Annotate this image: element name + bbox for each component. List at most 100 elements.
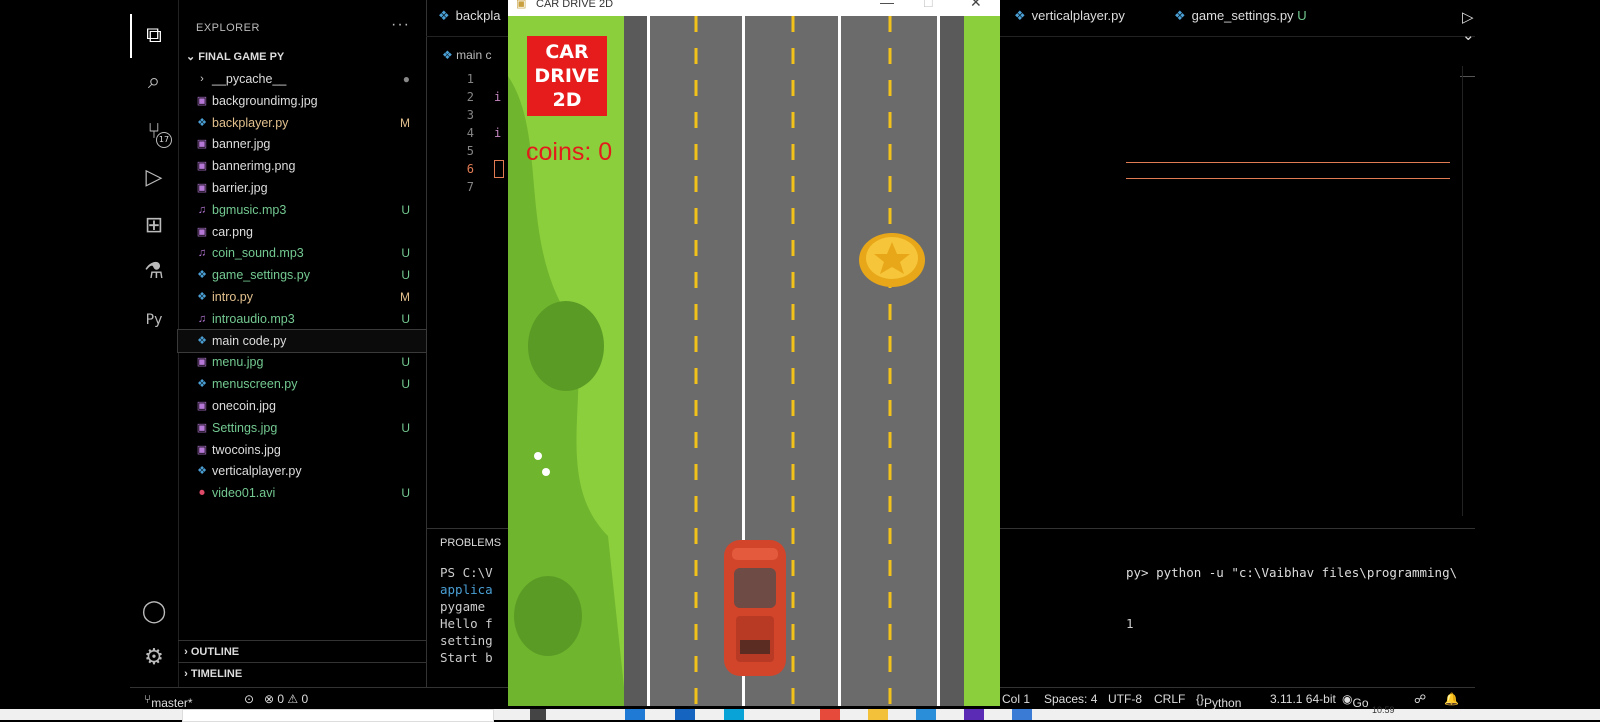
game-window[interactable]: ▣ CAR DRIVE 2D — □ ✕ CAR DRIVE 2D coins:… (508, 0, 1000, 706)
scrollbar[interactable] (1462, 66, 1463, 516)
more-actions-icon[interactable]: ··· (391, 16, 410, 34)
file-item[interactable]: ♫ bgmusic.mp3 U (178, 199, 426, 221)
file-item[interactable]: ❖ verticalplayer.py (178, 460, 426, 482)
activity-bar: ⧉ ⌕ ⑂ 17 ▷ ⊞ ⚗ Py ◯ ⚙ (130, 0, 179, 687)
branch-indicator[interactable]: ⑂ master* (144, 692, 193, 710)
file-item[interactable]: ❖ menuscreen.py U (178, 373, 426, 395)
road-shoulder (624, 16, 648, 706)
language-mode[interactable]: {} Python (1196, 692, 1241, 710)
go-live[interactable]: ◉ Go Live (1342, 692, 1375, 720)
close-button[interactable]: ✕ (970, 0, 982, 11)
breadcrumb[interactable]: ❖ main c (442, 48, 491, 62)
search-icon[interactable]: ⌕ (140, 68, 168, 96)
file-item[interactable]: ▣ banner.jpg (178, 133, 426, 155)
terminal-line: PS C:\V (440, 565, 493, 580)
flask-icon[interactable]: ⚗ (140, 258, 168, 286)
explorer-sidebar: EXPLORER ··· ⌄ FINAL GAME PY › __pycache_… (177, 0, 427, 687)
road-shoulder (940, 16, 964, 706)
tab-backplayer[interactable]: ❖ backpla (438, 8, 500, 24)
file-item[interactable]: ▣ Settings.jpg U (178, 417, 426, 439)
file-item[interactable]: ❖ backplayer.py M (178, 112, 426, 134)
file-item[interactable]: ▣ menu.jpg U (178, 351, 426, 373)
file-item[interactable]: ▣ bannerimg.png (178, 155, 426, 177)
file-item[interactable]: ❖ game_settings.py U (178, 264, 426, 286)
file-item[interactable]: › __pycache__ ● (178, 68, 426, 90)
file-item[interactable]: ▣ backgroundimg.jpg (178, 90, 426, 112)
taskbar-search[interactable] (182, 709, 494, 722)
extensions-icon[interactable]: ⊞ (140, 212, 168, 240)
file-status: U (401, 420, 410, 435)
py-file-icon: ❖ (197, 378, 207, 391)
app-icon[interactable] (724, 709, 744, 720)
folder-icon[interactable] (868, 709, 888, 720)
vscode-icon[interactable] (916, 709, 936, 720)
python-file-icon: ❖ (438, 8, 450, 23)
gear-icon[interactable]: ⚙ (140, 644, 168, 672)
timeline-label: TIMELINE (190, 668, 243, 680)
clock[interactable]: 10:59 (1372, 705, 1395, 715)
python-icon[interactable]: Py (140, 306, 168, 334)
python-file-icon: ❖ (1174, 8, 1186, 23)
app-icon[interactable] (675, 709, 695, 720)
file-item[interactable]: ❖ main code.py (177, 328, 427, 353)
problems-indicator[interactable]: ⊗ 0 ⚠ 0 (264, 692, 308, 706)
sync-icon[interactable]: ⊙ (244, 692, 254, 706)
run-file-icon[interactable]: ▷ ⌄ (1462, 8, 1475, 44)
source-control-icon[interactable]: ⑂ 17 (140, 118, 172, 148)
tab-label: game_settings.py (1191, 8, 1294, 23)
tab-game-settings[interactable]: ❖ game_settings.py U (1174, 8, 1307, 24)
outline-section[interactable]: › OUTLINE (178, 640, 426, 663)
line-endings[interactable]: CRLF (1154, 692, 1185, 706)
line-number: 5 (466, 144, 474, 158)
file-item[interactable]: ♫ coin_sound.mp3 U (178, 242, 426, 264)
files-icon[interactable]: ⧉ (130, 14, 168, 58)
workspace-folder[interactable]: ⌄ FINAL GAME PY (186, 50, 284, 63)
tab-label: backpla (455, 8, 501, 23)
task-view-icon[interactable] (530, 709, 546, 720)
feedback-icon[interactable]: ☍ (1414, 692, 1426, 706)
terminal-text: PS C:\V (440, 565, 493, 580)
file-name: menu.jpg (212, 355, 264, 370)
python-version[interactable]: 3.11.1 64-bit (1270, 692, 1336, 706)
file-status: U (401, 355, 410, 370)
line-number: 3 (466, 108, 474, 122)
road-edge-line (937, 16, 940, 706)
game-window-title: CAR DRIVE 2D (536, 0, 614, 10)
run-debug-icon[interactable]: ▷ (140, 164, 168, 192)
timeline-section[interactable]: › TIMELINE (178, 662, 426, 685)
app-icon[interactable] (1012, 709, 1032, 720)
file-name: bannerimg.png (212, 159, 296, 174)
terminal-line: pygame (440, 599, 486, 614)
bell-icon[interactable]: 🔔 (1444, 692, 1459, 706)
indentation[interactable]: Spaces: 4 (1044, 692, 1097, 706)
encoding[interactable]: UTF-8 (1108, 692, 1142, 706)
file-item[interactable]: ⏺ video01.avi U (178, 482, 426, 504)
cursor-position[interactable]: Col 1 (1002, 692, 1030, 706)
tab-problems[interactable]: PROBLEMS (440, 537, 501, 549)
app-icon[interactable] (625, 709, 645, 720)
file-name: barrier.jpg (212, 181, 268, 195)
minimize-button[interactable]: — (880, 0, 894, 10)
tab-verticalplayer[interactable]: ❖ verticalplayer.py (1014, 8, 1125, 24)
game-logo: CAR DRIVE 2D (527, 36, 607, 116)
file-item[interactable]: ❖ intro.py M (178, 286, 426, 308)
terminal-line: applica (440, 582, 493, 597)
img-file-icon: ▣ (196, 160, 208, 173)
file-item[interactable]: ♫ introaudio.mp3 U (178, 308, 426, 330)
chrome-icon[interactable] (820, 709, 840, 720)
python-file-icon: ❖ (1014, 8, 1026, 23)
file-item[interactable]: ▣ car.png (178, 221, 426, 243)
file-name: onecoin.jpg (212, 399, 276, 413)
file-item[interactable]: ▣ barrier.jpg (178, 177, 426, 199)
img-file-icon: ▣ (196, 443, 208, 456)
account-icon[interactable]: ◯ (140, 598, 168, 626)
img-file-icon: ▣ (196, 182, 208, 194)
app-icon[interactable] (964, 709, 984, 720)
file-item[interactable]: ▣ onecoin.jpg (178, 395, 426, 417)
logo-line: CAR (545, 41, 589, 63)
code-fragment: i (494, 90, 502, 104)
file-item[interactable]: ▣ twocoins.jpg (178, 439, 426, 461)
file-status: U (401, 377, 410, 392)
mp3-file-icon: ♫ (197, 312, 207, 325)
maximize-button[interactable]: □ (924, 0, 932, 10)
